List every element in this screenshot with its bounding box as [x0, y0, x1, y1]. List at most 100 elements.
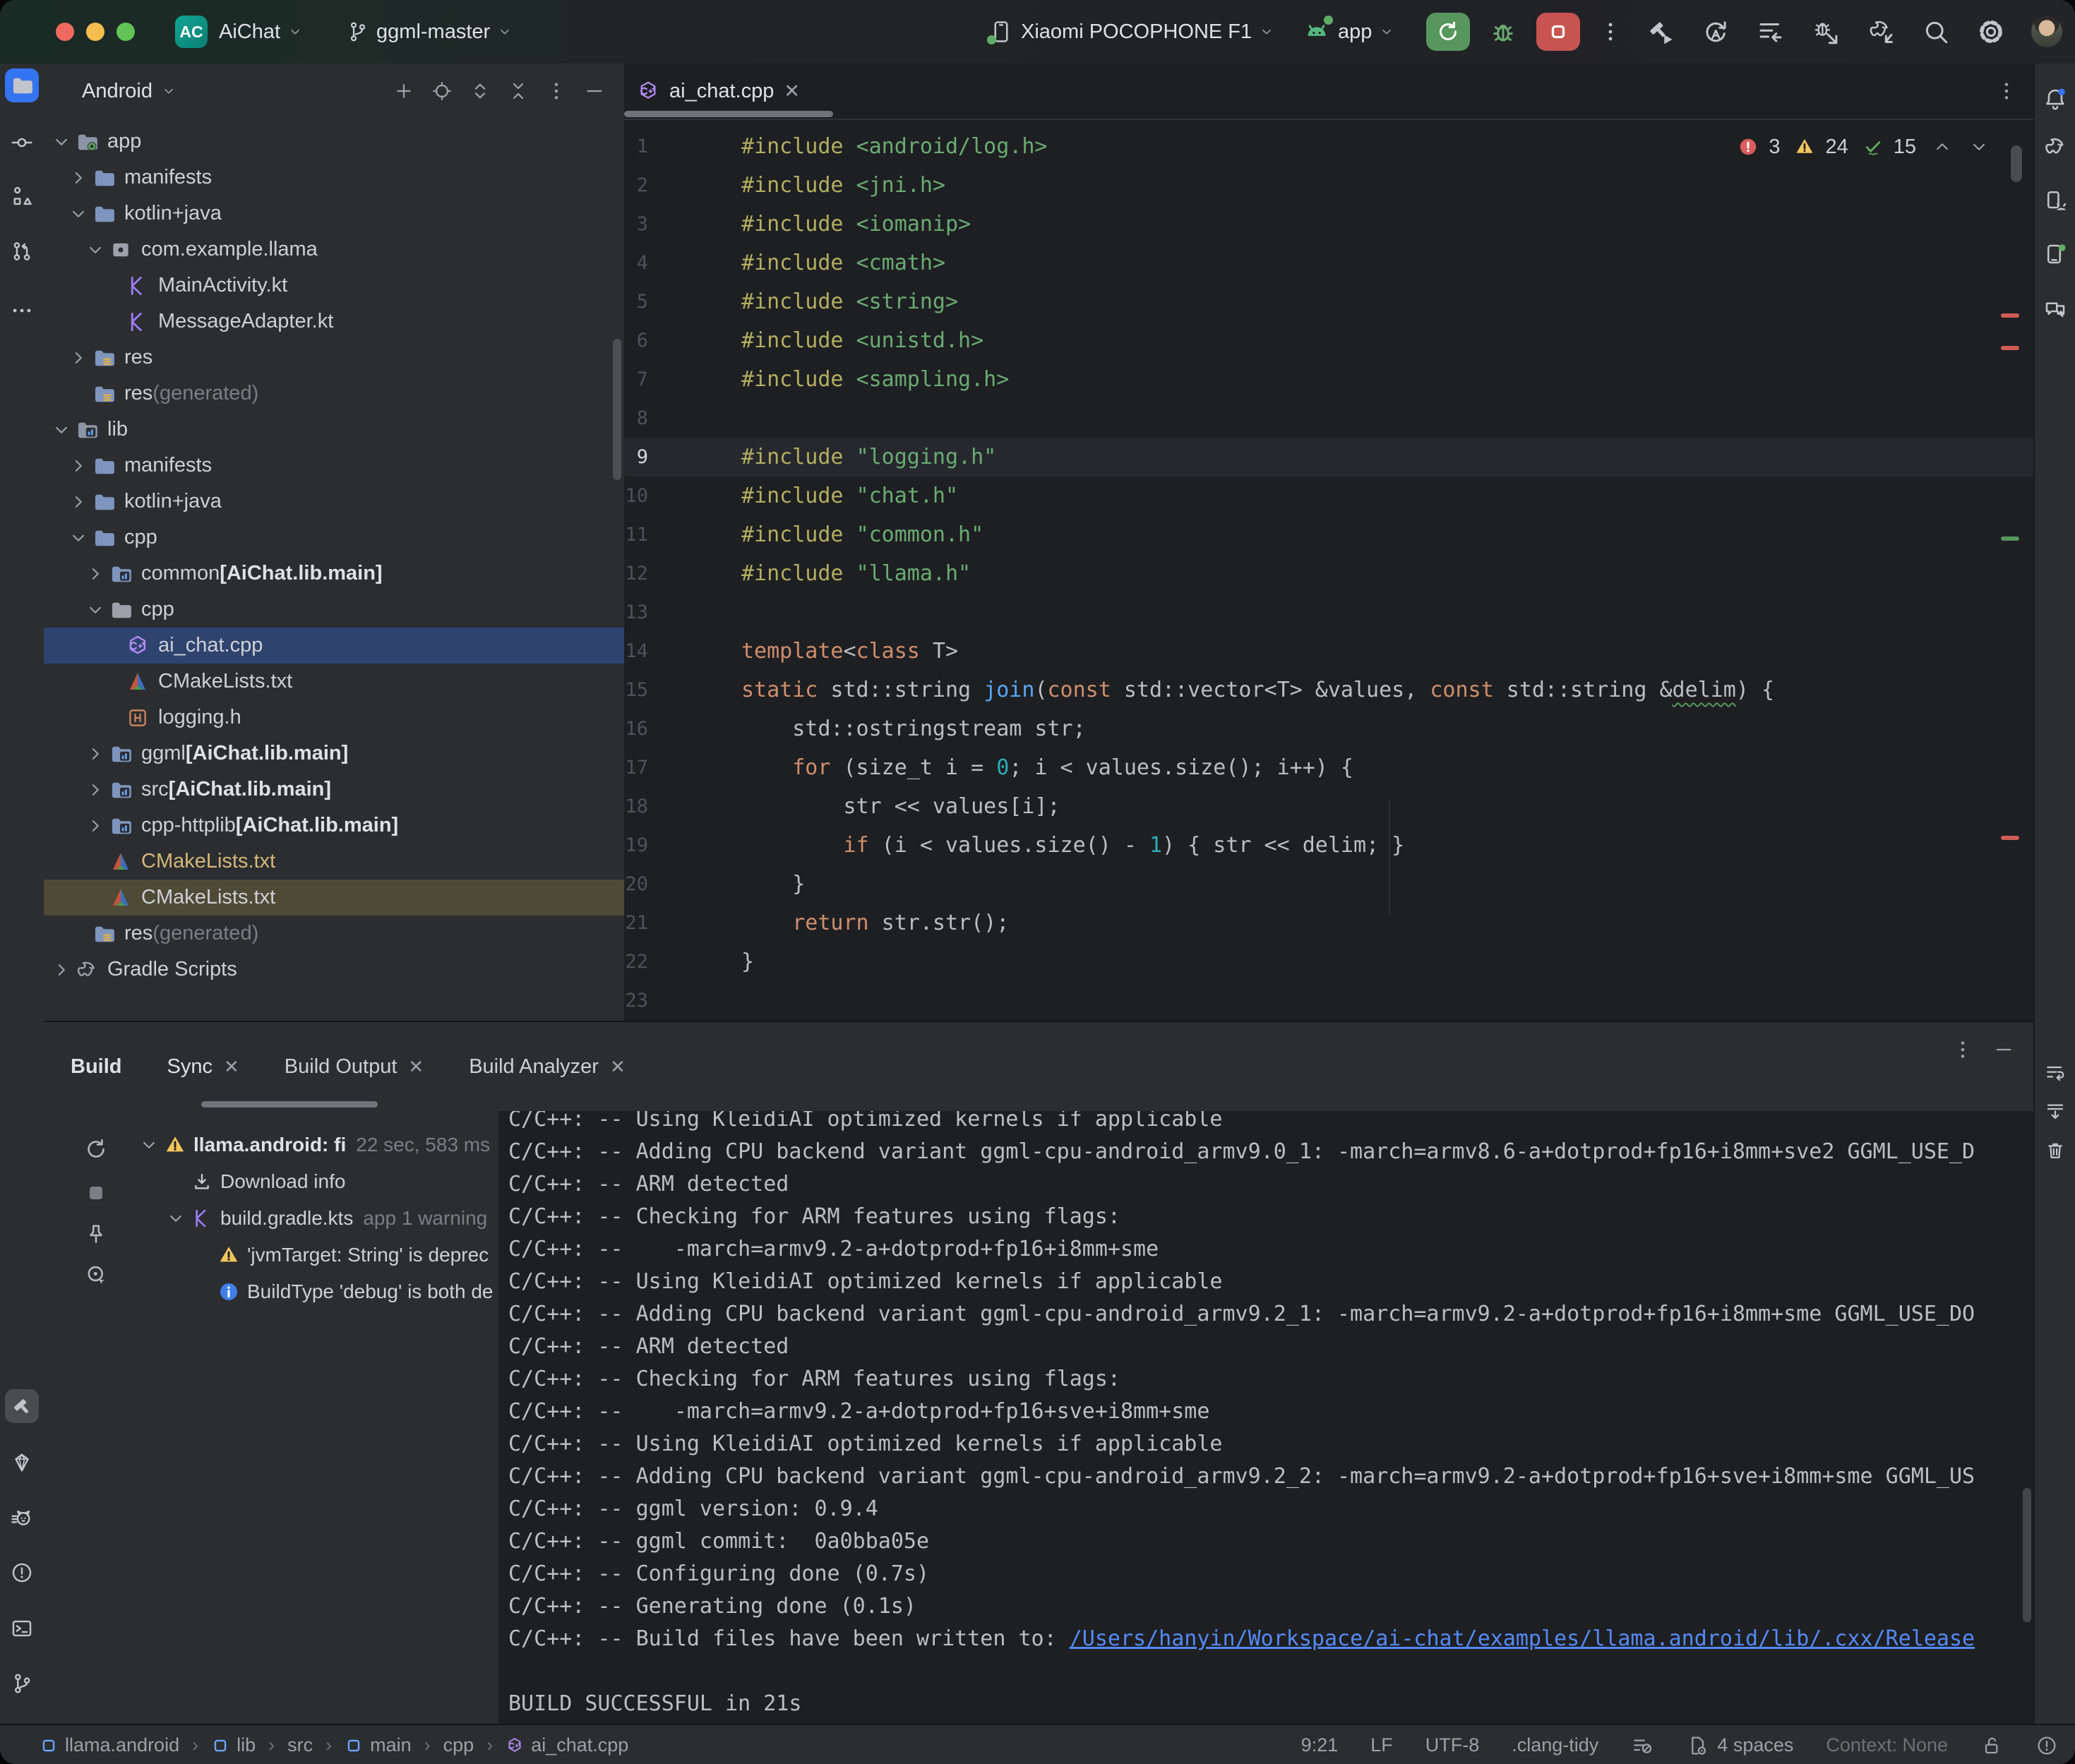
search-everywhere-icon[interactable] — [1921, 17, 1951, 47]
code-line-11[interactable]: 11#include "common.h" — [624, 515, 2033, 554]
tree-item-logging-h[interactable]: logging.h — [44, 700, 624, 736]
stripe-button-problems[interactable] — [5, 1556, 39, 1590]
tree-item-cmakelists-txt[interactable]: CMakeLists.txt — [44, 664, 624, 700]
stripe-button-device-manager[interactable] — [2038, 184, 2072, 218]
sync-refactor-icon[interactable] — [1701, 17, 1730, 47]
stripe-button-build-hammer[interactable] — [5, 1389, 39, 1423]
device-selector[interactable]: Xiaomi POCOPHONE F1 — [988, 19, 1274, 44]
project-selector[interactable]: AiChat — [219, 20, 303, 44]
context-widget[interactable]: Context: None — [1826, 1734, 1948, 1756]
tree-item-gradle-scripts[interactable]: Gradle Scripts — [44, 952, 624, 988]
encoding-widget[interactable]: UTF-8 — [1425, 1734, 1480, 1756]
run-configuration-selector[interactable]: app — [1303, 18, 1394, 46]
collapse-all-icon[interactable] — [507, 80, 530, 102]
tree-item-app[interactable]: app — [44, 124, 624, 160]
chevron-down-icon[interactable] — [68, 527, 89, 548]
build-tree-item[interactable]: 'jvmTarget: String' is deprec — [127, 1237, 498, 1273]
close-tab-icon[interactable]: ✕ — [784, 80, 800, 102]
inspections-widget[interactable]: 3 24 15 — [1732, 131, 1995, 162]
code-line-3[interactable]: 3#include <iomanip> — [624, 205, 2033, 244]
stripe-button-project-folder[interactable] — [5, 68, 39, 102]
breadcrumb-item-main[interactable]: main — [345, 1734, 412, 1756]
tree-item-ggml[interactable]: ggml [AiChat.lib.main] — [44, 736, 624, 772]
tree-item-lib[interactable]: lib — [44, 412, 624, 448]
tree-item-cpp[interactable]: cpp — [44, 520, 624, 556]
chevron-right-icon[interactable] — [85, 779, 106, 800]
change-stripe-mark[interactable] — [2001, 536, 2019, 541]
tree-item-ai-chat-cpp[interactable]: ai_chat.cpp — [44, 628, 624, 664]
build-tab-build-analyzer[interactable]: Build Analyzer✕ — [469, 1055, 626, 1079]
stop-app-button[interactable] — [1536, 13, 1580, 51]
tree-item-kotlin-java[interactable]: kotlin+java — [44, 196, 624, 232]
tree-item-cpp-httplib[interactable]: cpp-httplib [AiChat.lib.main] — [44, 808, 624, 844]
linter-widget[interactable]: .clang-tidy — [1512, 1734, 1598, 1756]
stripe-button-running-devices[interactable] — [2038, 237, 2072, 271]
close-tab-icon[interactable]: ✕ — [224, 1056, 239, 1078]
indent-widget[interactable]: 4 spaces — [1686, 1734, 1793, 1757]
error-stripe-mark[interactable] — [2001, 836, 2019, 840]
re-sync-icon[interactable] — [83, 1136, 109, 1162]
console-button-clear-all-trash[interactable] — [2038, 1134, 2072, 1168]
code-viewport[interactable]: 1#include <android/log.h>2#include <jni.… — [624, 119, 2033, 1021]
window-close-button[interactable] — [56, 23, 74, 41]
tree-item-com-example-llama[interactable]: com.example.llama — [44, 232, 624, 268]
chevron-down-icon[interactable] — [51, 131, 72, 152]
editor-options-kebab-icon[interactable] — [1995, 80, 2018, 102]
code-line-22[interactable]: 22} — [624, 942, 2033, 981]
chevron-down-icon[interactable] — [85, 599, 106, 620]
settings-gear-icon[interactable] — [1976, 17, 2006, 47]
window-minimize-button[interactable] — [86, 23, 104, 41]
code-line-9[interactable]: 9#include "logging.h" — [624, 438, 2033, 476]
rerun-tasks-icon[interactable] — [1756, 17, 1786, 47]
tree-item-res[interactable]: res (generated) — [44, 916, 624, 952]
code-line-5[interactable]: 5#include <string> — [624, 282, 2033, 321]
code-line-8[interactable]: 8 — [624, 399, 2033, 438]
build-run-hammer-icon[interactable] — [1646, 17, 1675, 47]
tree-item-common[interactable]: common [AiChat.lib.main] — [44, 556, 624, 592]
console-button-scroll-to-end[interactable] — [2038, 1095, 2072, 1129]
code-line-12[interactable]: 12#include "llama.h" — [624, 554, 2033, 593]
tree-item-kotlin-java[interactable]: kotlin+java — [44, 484, 624, 520]
breadcrumb-item-llama-android[interactable]: llama.android — [40, 1734, 179, 1756]
stripe-button-pull-requests[interactable] — [5, 234, 39, 268]
tree-item-messageadapter-kt[interactable]: MessageAdapter.kt — [44, 304, 624, 340]
code-line-6[interactable]: 6#include <unistd.h> — [624, 321, 2033, 360]
code-line-23[interactable]: 23 — [624, 981, 2033, 1020]
tree-item-manifests[interactable]: manifests — [44, 160, 624, 196]
tree-item-manifests[interactable]: manifests — [44, 448, 624, 484]
project-scrollbar[interactable] — [613, 339, 621, 480]
code-line-16[interactable]: 16 std::ostringstream str; — [624, 709, 2033, 748]
stripe-button-logcat-cat[interactable] — [5, 1501, 39, 1535]
caret-position-widget[interactable]: 9:21 — [1301, 1734, 1339, 1756]
chevron-right-icon[interactable] — [68, 167, 89, 188]
breadcrumb-item-lib[interactable]: lib — [211, 1734, 256, 1756]
attach-debugger-icon[interactable] — [1811, 17, 1841, 47]
chevron-right-icon[interactable] — [85, 743, 106, 764]
chevron-right-icon[interactable] — [51, 959, 72, 980]
stripe-button-more[interactable] — [5, 294, 39, 328]
build-tab-build-output[interactable]: Build Output✕ — [285, 1055, 424, 1079]
line-separator-widget[interactable]: LF — [1370, 1734, 1393, 1756]
code-line-18[interactable]: 18 str << values[i]; — [624, 787, 2033, 826]
chevron-right-icon[interactable] — [68, 347, 89, 368]
stripe-button-gradle-elephant[interactable] — [2038, 130, 2072, 164]
suspend-icon[interactable] — [83, 1180, 109, 1206]
code-line-17[interactable]: 17 for (size_t i = 0; i < values.size();… — [624, 748, 2033, 787]
error-stripe-mark[interactable] — [2001, 346, 2019, 350]
kebab-icon[interactable] — [545, 80, 568, 102]
chevron-down-icon[interactable] — [51, 419, 72, 440]
editor-scrollbar[interactable] — [2011, 145, 2022, 182]
lock-unlocked-icon[interactable] — [1980, 1734, 2003, 1757]
stripe-button-commit[interactable] — [5, 126, 39, 160]
code-line-4[interactable]: 4#include <cmath> — [624, 244, 2033, 282]
tree-item-res[interactable]: res — [44, 340, 624, 376]
chevron-right-icon[interactable] — [85, 815, 106, 836]
close-tab-icon[interactable]: ✕ — [408, 1056, 424, 1078]
code-line-10[interactable]: 10#include "chat.h" — [624, 476, 2033, 515]
gradle-sync-icon[interactable] — [1866, 17, 1896, 47]
stripe-button-app-insights-diamond[interactable] — [5, 1446, 39, 1480]
breadcrumb-item-ai-chat-cpp[interactable]: ai_chat.cpp — [506, 1734, 628, 1756]
more-run-options-button[interactable] — [1598, 20, 1622, 44]
chevron-right-icon[interactable] — [85, 563, 106, 584]
chevron-down-icon[interactable] — [165, 1208, 186, 1229]
